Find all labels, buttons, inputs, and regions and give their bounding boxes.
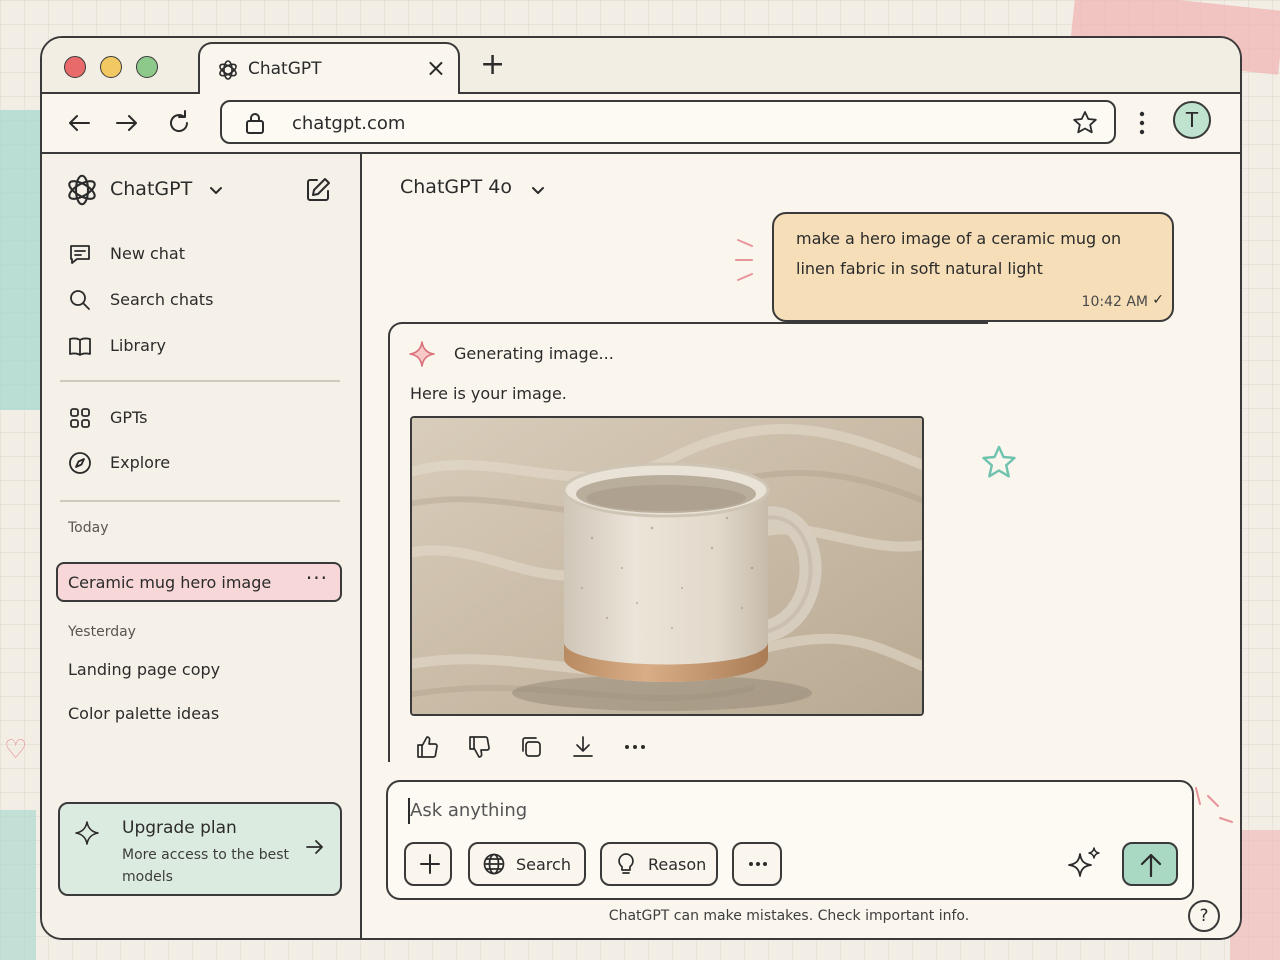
message-composer[interactable]: Ask anything Search Reason: [386, 780, 1194, 900]
more-tools-button[interactable]: [732, 842, 782, 886]
help-button[interactable]: ?: [1188, 900, 1220, 932]
history-section-yesterday: Yesterday: [68, 624, 136, 640]
reason-button-label: Reason: [648, 855, 707, 874]
sidebar-item-gpts[interactable]: GPTs: [56, 398, 346, 438]
openai-logo-icon: [219, 60, 237, 80]
star-doodle-icon: [982, 445, 1016, 478]
browser-window: ChatGPT × + chatgpt.com T ChatGPT New ch…: [40, 36, 1242, 940]
close-tab-icon[interactable]: ×: [426, 53, 446, 83]
library-icon: [69, 337, 91, 356]
plus-icon: [420, 854, 440, 874]
arrow-up-icon: [1140, 853, 1162, 878]
sidebar: ChatGPT New chat Search chats Library GP…: [42, 154, 362, 938]
back-arrow-icon[interactable]: [64, 108, 94, 138]
search-icon: [70, 290, 90, 310]
chat-history-item[interactable]: Landing page copy: [68, 660, 220, 679]
url-text: chatgpt.com: [292, 113, 406, 134]
reload-icon[interactable]: [164, 108, 194, 138]
search-button[interactable]: Search: [468, 842, 586, 886]
sparkle-icon[interactable]: [1066, 846, 1102, 882]
globe-icon: [483, 853, 505, 875]
close-window-button[interactable]: [64, 56, 86, 78]
ceramic-mug-illustration: [412, 418, 922, 714]
tab-chatgpt[interactable]: ChatGPT ×: [198, 42, 460, 96]
chevron-down-icon[interactable]: [530, 184, 546, 198]
lightbulb-icon: [618, 853, 634, 874]
chat-history-label: Ceramic mug hero image: [68, 573, 272, 592]
more-options-icon[interactable]: [622, 734, 648, 760]
chat-history-item-active[interactable]: Ceramic mug hero image ···: [56, 562, 342, 602]
upgrade-subtitle: More access to the best models: [122, 847, 289, 885]
chat-history-item[interactable]: Color palette ideas: [68, 704, 219, 723]
search-button-label: Search: [516, 855, 571, 874]
sidebar-item-label: New chat: [110, 244, 185, 263]
sidebar-item-label: Search chats: [110, 290, 214, 309]
tab-title: ChatGPT: [248, 59, 322, 79]
user-message-text: make a hero image of a ceramic mug on li…: [796, 229, 1122, 278]
profile-avatar[interactable]: T: [1173, 101, 1211, 139]
sidebar-item-label: Explore: [110, 453, 171, 472]
arrow-right-icon: [306, 840, 323, 854]
generating-status: Generating image...: [454, 344, 614, 363]
attach-button[interactable]: [404, 842, 452, 886]
compose-icon[interactable]: [304, 176, 332, 204]
sidebar-item-explore[interactable]: Explore: [56, 443, 346, 483]
assistant-message: Generating image... Here is your image.: [388, 322, 988, 762]
copy-icon[interactable]: [518, 734, 544, 760]
compass-icon: [69, 452, 91, 474]
sidebar-item-new-chat[interactable]: New chat: [56, 234, 346, 274]
minimize-window-button[interactable]: [100, 56, 122, 78]
sparkle-icon: [75, 821, 99, 845]
address-bar[interactable]: chatgpt.com: [220, 100, 1116, 144]
sparkle-icon: [409, 341, 435, 367]
browser-menu-icon[interactable]: [1132, 108, 1152, 138]
model-selector[interactable]: ChatGPT 4o: [400, 176, 512, 198]
thumbs-up-icon[interactable]: [414, 734, 440, 760]
disclaimer-text: ChatGPT can make mistakes. Check importa…: [608, 908, 970, 924]
message-timestamp: 10:42 AM: [1081, 294, 1148, 310]
more-options-icon[interactable]: ···: [306, 566, 328, 590]
washi-tape-decoration: [0, 110, 40, 410]
maximize-window-button[interactable]: [136, 56, 158, 78]
washi-tape-decoration: [0, 810, 36, 960]
navigation-bar: chatgpt.com T: [42, 94, 1240, 154]
chevron-down-icon[interactable]: [208, 184, 224, 198]
emphasis-doodle-icon: [1195, 787, 1233, 823]
thumbs-down-icon[interactable]: [466, 734, 492, 760]
history-section-today: Today: [68, 520, 109, 536]
new-chat-icon: [70, 245, 90, 264]
new-tab-button[interactable]: +: [480, 48, 505, 82]
lock-icon: [246, 113, 264, 134]
user-message-bubble: make a hero image of a ceramic mug on li…: [772, 212, 1174, 322]
assistant-message-text: Here is your image.: [410, 384, 567, 403]
emphasis-doodle-icon: [735, 239, 753, 281]
sidebar-title[interactable]: ChatGPT: [110, 178, 192, 200]
openai-logo-icon: [68, 174, 96, 206]
sidebar-item-label: GPTs: [110, 408, 148, 427]
composer-placeholder[interactable]: Ask anything: [410, 800, 527, 821]
generated-mug-image[interactable]: [410, 416, 924, 716]
send-button[interactable]: [1122, 842, 1178, 886]
heart-doodle-icon: ♡: [4, 735, 28, 765]
reason-button[interactable]: Reason: [600, 842, 718, 886]
more-options-icon: [749, 862, 767, 866]
forward-arrow-icon[interactable]: [112, 108, 142, 138]
bookmark-star-icon[interactable]: [1072, 110, 1098, 136]
chat-main: ChatGPT 4o make a hero image of a cerami…: [364, 154, 1240, 938]
sidebar-item-search-chats[interactable]: Search chats: [56, 280, 346, 320]
checkmark-icon: ✓: [1152, 292, 1164, 308]
sidebar-item-library[interactable]: Library: [56, 326, 346, 366]
sidebar-divider: [60, 500, 340, 502]
sidebar-item-label: Library: [110, 336, 166, 355]
tab-bar: ChatGPT × +: [42, 38, 1240, 96]
sidebar-divider: [60, 380, 340, 382]
upgrade-title: Upgrade plan: [122, 818, 237, 838]
upgrade-plan-card[interactable]: Upgrade plan More access to the best mod…: [58, 802, 342, 896]
grid-icon: [70, 408, 90, 428]
download-icon[interactable]: [570, 734, 596, 760]
